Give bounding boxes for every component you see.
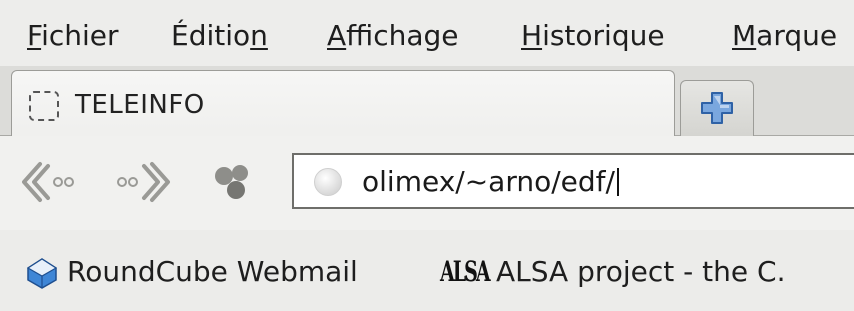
menu-fichier-rest: ichier (41, 19, 119, 52)
menu-edition-pre: Éditio (171, 19, 251, 52)
tab-teleinfo[interactable]: TELEINFO (11, 70, 675, 141)
plus-icon (701, 92, 733, 124)
menu-fichier-accel: F (27, 19, 42, 52)
molecule-icon[interactable] (210, 160, 254, 204)
bookmarks-toolbar: RoundCube Webmail ALSA ALSA project - th… (0, 230, 854, 311)
url-input[interactable]: olimex/~arno/edf/ (362, 164, 619, 200)
globe-icon (314, 168, 342, 196)
tab-strip: TELEINFO (0, 66, 854, 141)
roundcube-icon (26, 258, 58, 289)
bookmark-alsa-label: ALSA project - the C. (496, 255, 786, 288)
navigation-toolbar: olimex/~arno/edf/ (0, 136, 854, 230)
menu-historique-rest: istorique (542, 19, 665, 52)
back-arrow-icon[interactable] (18, 158, 80, 206)
menu-affichage-accel: A (327, 19, 347, 52)
menu-marque-pages[interactable]: Marque (732, 18, 837, 54)
menu-edition-accel: n (250, 19, 268, 52)
url-bar[interactable]: olimex/~arno/edf/ (292, 153, 854, 209)
new-tab-button[interactable] (680, 80, 754, 137)
menu-bar: Fichier Édition Affichage Historique Mar… (0, 0, 854, 66)
menu-affichage-rest: ffichage (346, 19, 459, 52)
menu-fichier[interactable]: Fichier (27, 18, 119, 54)
menu-historique[interactable]: Historique (521, 18, 665, 54)
menu-edition[interactable]: Édition (171, 18, 268, 54)
text-caret (616, 168, 619, 196)
menu-marque-accel: M (732, 19, 757, 52)
menu-historique-accel: H (521, 19, 543, 52)
tab-title: TELEINFO (75, 90, 205, 120)
url-text-value: olimex/~arno/edf/ (362, 165, 615, 198)
menu-affichage[interactable]: Affichage (327, 18, 459, 54)
alsa-logo-icon: ALSA (440, 256, 491, 289)
menu-marque-rest: arque (756, 19, 838, 52)
dashed-square-icon (29, 91, 59, 121)
bookmark-roundcube-label: RoundCube Webmail (67, 255, 358, 288)
forward-arrow-icon[interactable] (112, 158, 174, 206)
